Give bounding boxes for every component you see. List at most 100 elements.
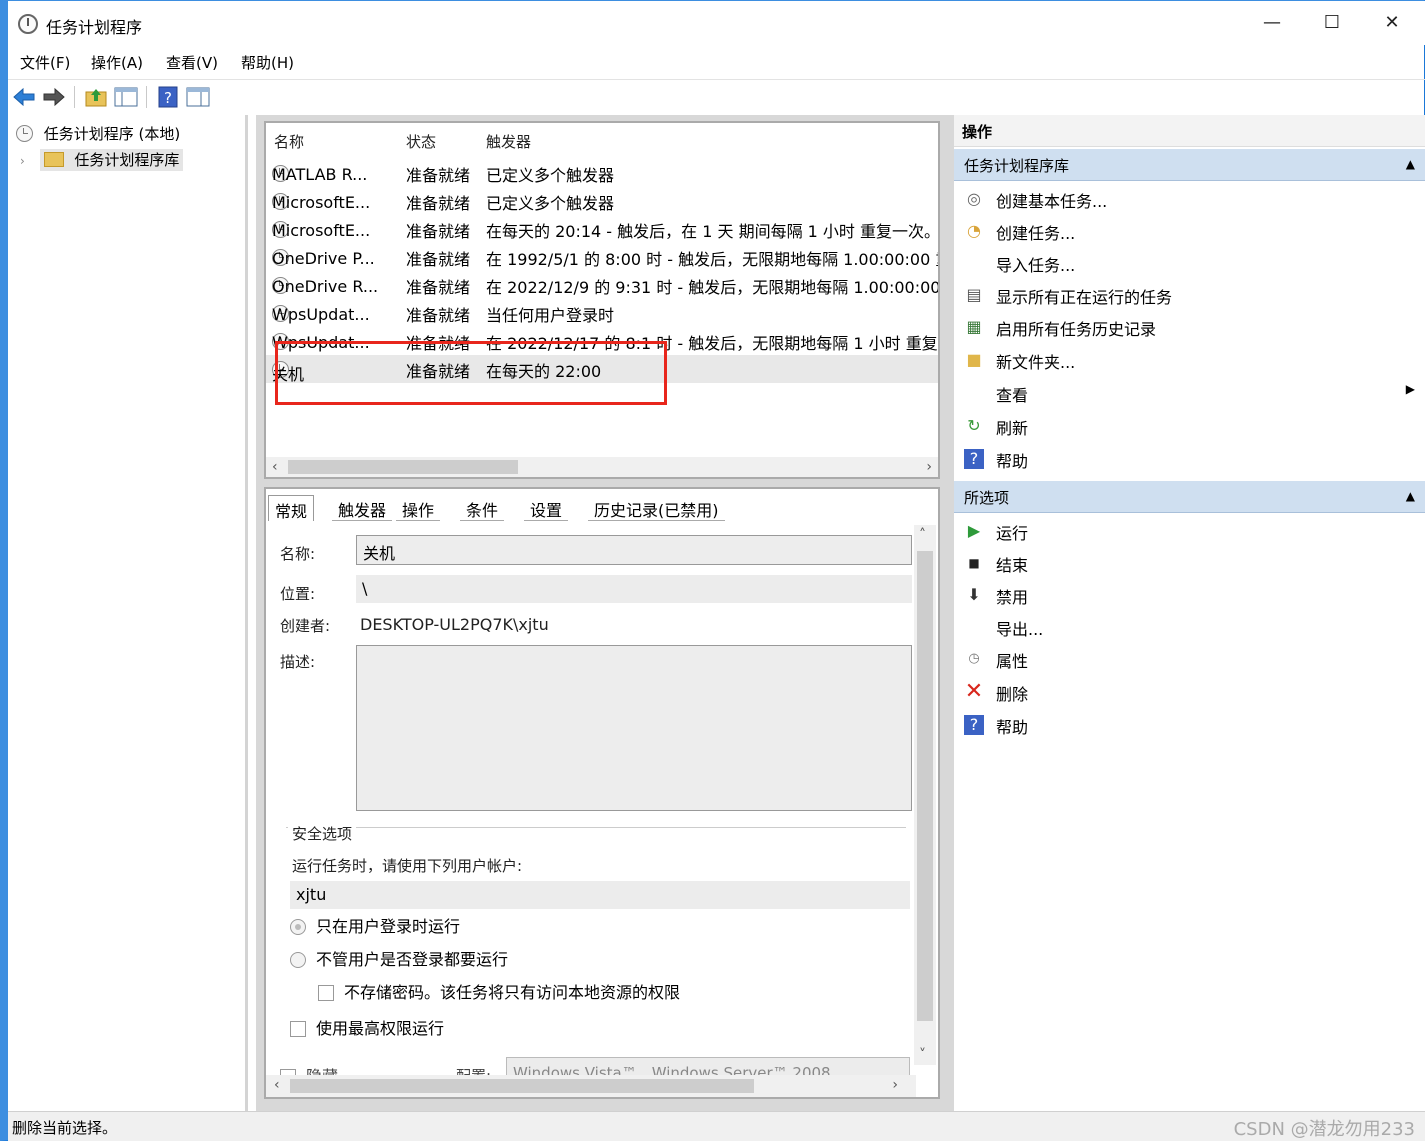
column-header-status[interactable]: 状态 — [406, 131, 436, 152]
task-scheduler-window: 任务计划程序 — ☐ ✕ 文件(F) 操作(A) 查看(V) 帮助(H) ? 任… — [0, 0, 1425, 1141]
checkbox-highest-privileges[interactable]: 使用最高权限运行 — [290, 1015, 444, 1039]
folder-icon — [43, 152, 64, 167]
task-name: MicrosoftE... — [272, 221, 371, 240]
action-create-basic-task[interactable]: ◎ 创建基本任务... — [954, 183, 1425, 215]
tab-conditions[interactable]: 条件 — [460, 495, 505, 521]
scroll-down-icon[interactable]: ˅ — [919, 1045, 926, 1065]
action-run[interactable]: ▶ 运行 — [954, 515, 1425, 547]
task-row[interactable]: MicrosoftE... 准备就绪 已定义多个触发器 — [266, 187, 938, 215]
scroll-right-icon[interactable]: › — [926, 457, 932, 477]
scroll-thumb[interactable] — [288, 460, 518, 474]
close-button[interactable]: ✕ — [1372, 7, 1412, 39]
task-trigger: 已定义多个触发器 — [486, 194, 615, 213]
radio-logged-on-only[interactable]: 只在用户登录时运行 — [290, 913, 460, 937]
action-properties[interactable]: ◷ 属性 — [954, 643, 1425, 675]
collapse-icon[interactable]: ▲ — [1406, 489, 1415, 503]
scroll-left-icon[interactable]: ‹ — [274, 1075, 280, 1095]
task-name: OneDrive P... — [272, 249, 375, 268]
action-help-selected[interactable]: ? 帮助 — [954, 709, 1425, 741]
menu-bar: 文件(F) 操作(A) 查看(V) 帮助(H) — [8, 47, 1425, 75]
checkbox-no-password[interactable]: 不存储密码。该任务将只有访问本地资源的权限 — [318, 979, 680, 1003]
action-create-task[interactable]: ◔ 创建任务... — [954, 215, 1425, 247]
scroll-right-icon[interactable]: › — [892, 1075, 898, 1095]
action-label: 帮助 — [996, 452, 1029, 471]
action-label: 显示所有正在运行的任务 — [996, 288, 1173, 307]
action-export[interactable]: 导出... — [954, 611, 1425, 643]
action-delete[interactable]: ✕ 删除 — [954, 676, 1425, 708]
run-icon: ▶ — [967, 521, 981, 540]
toolbar-separator — [74, 86, 75, 108]
collapse-icon[interactable]: ▲ — [1406, 157, 1415, 171]
checkbox[interactable] — [290, 1021, 306, 1037]
description-label: 描述: — [280, 653, 316, 671]
action-enable-history[interactable]: ▦ 启用所有任务历史记录 — [954, 311, 1425, 343]
tab-triggers[interactable]: 触发器 — [332, 495, 393, 521]
checkbox-label: 使用最高权限运行 — [316, 1019, 445, 1038]
section-library-header[interactable]: 任务计划程序库 ▲ — [954, 149, 1425, 181]
toolbar-separator — [146, 86, 147, 108]
checkbox[interactable] — [318, 985, 334, 1001]
task-row[interactable]: OneDrive P... 准备就绪在 1992/5/1 的 8:00 时 - 触… — [266, 243, 938, 271]
menu-file[interactable]: 文件(F) — [20, 52, 70, 73]
forward-arrow-icon[interactable] — [42, 86, 66, 108]
scroll-thumb[interactable] — [917, 551, 933, 1021]
action-view[interactable]: 查看 ▶ — [954, 377, 1425, 409]
tab-settings[interactable]: 设置 — [524, 495, 569, 521]
action-end[interactable]: ■ 结束 — [954, 547, 1425, 579]
scroll-left-icon[interactable]: ‹ — [272, 457, 278, 477]
horizontal-scrollbar[interactable]: ‹ › — [266, 457, 938, 477]
menu-view[interactable]: 查看(V) — [166, 52, 218, 73]
radio-button[interactable] — [290, 952, 306, 968]
column-header-trigger[interactable]: 触发器 — [486, 131, 531, 152]
console-tree-icon[interactable] — [114, 86, 138, 108]
task-status: 准备就绪 — [406, 306, 471, 325]
radio-button[interactable] — [290, 919, 306, 935]
tab-history[interactable]: 历史记录(已禁用) — [588, 495, 725, 521]
scroll-up-icon[interactable]: ˄ — [919, 525, 926, 545]
action-new-folder[interactable]: ■ 新文件夹... — [954, 344, 1425, 376]
svg-text:?: ? — [164, 89, 172, 107]
task-trigger: 在每天的 20:14 - 触发后，在 1 天 期间每隔 1 小时 重复一次。 — [486, 222, 940, 241]
task-name: MATLAB R... — [272, 165, 368, 184]
scroll-thumb[interactable] — [290, 1079, 754, 1093]
task-row[interactable]: WpsUpdat... 准备就绪 当任何用户登录时 — [266, 299, 938, 327]
radio-label: 只在用户登录时运行 — [316, 917, 461, 936]
security-options-title: 安全选项 — [288, 823, 357, 844]
action-pane-icon[interactable] — [186, 86, 210, 108]
location-field: \ — [356, 575, 912, 603]
task-row[interactable]: MicrosoftE... 准备就绪 在每天的 20:14 - 触发后，在 1 天 … — [266, 215, 938, 243]
task-row[interactable]: MATLAB R... 准备就绪 已定义多个触发器 — [266, 159, 938, 187]
detail-horizontal-scrollbar[interactable]: ‹ › — [266, 1075, 916, 1097]
chevron-right-icon[interactable]: › — [20, 154, 25, 168]
security-group-border — [286, 827, 906, 828]
actions-pane: 操作 任务计划程序库 ▲ ◎ 创建基本任务... ◔ 创建任务... 导入任务...… — [948, 115, 1425, 1111]
task-name: MicrosoftE... — [272, 193, 371, 212]
author-value: DESKTOP-UL2PQ7K\xjtu — [360, 615, 549, 634]
action-help[interactable]: ? 帮助 — [954, 443, 1425, 475]
menu-action[interactable]: 操作(A) — [91, 52, 143, 73]
menu-help[interactable]: 帮助(H) — [241, 52, 294, 73]
back-arrow-icon[interactable] — [12, 86, 36, 108]
create-task-icon: ◔ — [967, 221, 981, 240]
section-selected-header[interactable]: 所选项 ▲ — [954, 481, 1425, 513]
action-show-running[interactable]: ▤ 显示所有正在运行的任务 — [954, 279, 1425, 311]
maximize-button[interactable]: ☐ — [1312, 7, 1352, 39]
tree-root-item[interactable]: 任务计划程序 (本地) — [16, 123, 180, 144]
radio-whether-logged-on[interactable]: 不管用户是否登录都要运行 — [290, 946, 508, 970]
tree-child-item[interactable]: › 任务计划程序库 — [20, 149, 184, 171]
vertical-scrollbar[interactable]: ˄ ˅ — [914, 525, 936, 1065]
folder-up-icon[interactable] — [84, 86, 108, 108]
name-field[interactable]: 关机 — [356, 535, 912, 565]
action-refresh[interactable]: ↻ 刷新 — [954, 410, 1425, 442]
help-icon[interactable]: ? — [156, 86, 180, 108]
running-tasks-icon: ▤ — [966, 285, 982, 304]
action-disable[interactable]: ⬇ 禁用 — [954, 579, 1425, 611]
action-import-task[interactable]: 导入任务... — [954, 247, 1425, 279]
description-field[interactable] — [356, 645, 912, 811]
action-label: 禁用 — [996, 588, 1029, 607]
task-row[interactable]: OneDrive R... 准备就绪在 2022/12/9 的 9:31 时 - … — [266, 271, 938, 299]
minimize-button[interactable]: — — [1252, 7, 1292, 39]
column-header-name[interactable]: 名称 — [274, 131, 304, 152]
tab-actions[interactable]: 操作 — [396, 495, 441, 521]
tab-general[interactable]: 常规 — [268, 495, 315, 521]
